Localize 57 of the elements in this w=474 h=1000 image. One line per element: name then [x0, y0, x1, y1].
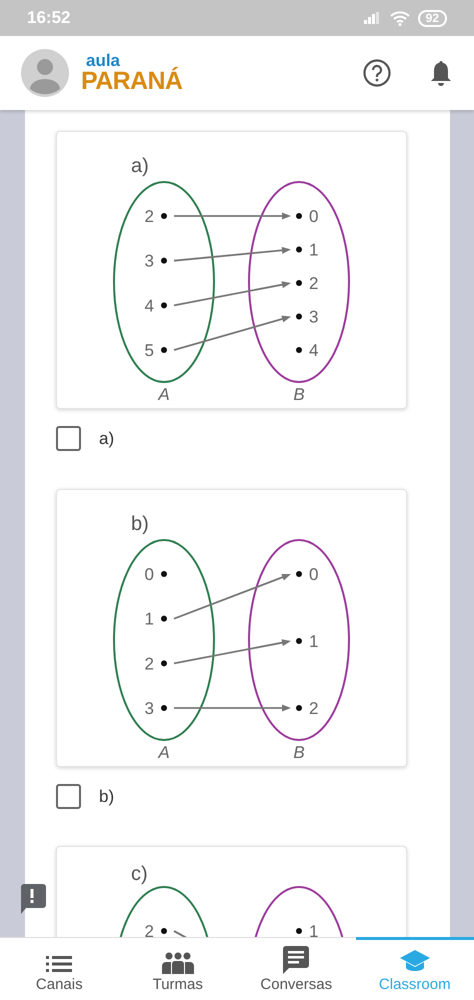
feedback-icon[interactable] [18, 884, 46, 914]
chat-icon [283, 946, 310, 974]
point-label: 2 [309, 698, 318, 718]
bell-icon[interactable] [429, 59, 453, 87]
point-dot [161, 347, 167, 353]
point-dot [161, 213, 167, 219]
point-dot [296, 638, 302, 644]
diagram-label: c) [131, 863, 148, 885]
point-dot [161, 302, 167, 308]
diagram-label: b) [131, 512, 149, 534]
point-label: 1 [309, 632, 318, 650]
signal-icon [364, 12, 382, 24]
status-time: 16:52 [27, 7, 70, 30]
point-dot [161, 704, 167, 710]
set-name: B [293, 385, 305, 404]
point-label: 2 [144, 654, 154, 673]
set-name: A [158, 742, 170, 762]
logo-text: PARANÁ [81, 69, 182, 94]
point-label: 3 [144, 698, 154, 718]
point-dot [296, 246, 302, 252]
point-label: 3 [144, 252, 154, 271]
point-dot [161, 258, 167, 264]
point-label: 2 [144, 207, 154, 226]
point-label: 0 [309, 207, 318, 226]
point-label: 3 [309, 308, 318, 326]
diagram-label: a) [131, 155, 149, 177]
checkbox[interactable] [56, 426, 81, 452]
battery-indicator: 92 [418, 10, 447, 26]
list-icon [46, 954, 72, 974]
point-label: 0 [309, 564, 318, 584]
point-label: 5 [144, 341, 154, 360]
set-name: A [158, 385, 170, 404]
point-label: 0 [144, 564, 154, 584]
people-icon [160, 952, 195, 974]
option-label: a) [99, 428, 114, 450]
set-name: B [293, 742, 305, 762]
help-icon[interactable] [363, 59, 391, 87]
point-dot [161, 615, 167, 622]
point-label: 1 [309, 240, 318, 260]
nav-tab[interactable]: Canais [0, 937, 118, 1000]
point-dot [296, 280, 302, 286]
point-dot [296, 704, 302, 710]
point-label: 1 [144, 609, 154, 628]
graduation-cap-icon [400, 950, 430, 974]
avatar-icon[interactable] [21, 49, 69, 97]
point-dot [161, 928, 167, 934]
point-dot [296, 570, 302, 576]
point-label: 4 [309, 341, 318, 360]
point-dot [296, 314, 302, 320]
point-dot [161, 660, 167, 666]
point-label: 4 [144, 296, 154, 316]
point-label: 2 [309, 274, 318, 293]
point-dot [296, 213, 302, 219]
logo-text: aula [86, 52, 120, 69]
checkbox[interactable] [56, 784, 81, 809]
wifi-icon [390, 10, 410, 26]
option-label: b) [99, 786, 114, 808]
